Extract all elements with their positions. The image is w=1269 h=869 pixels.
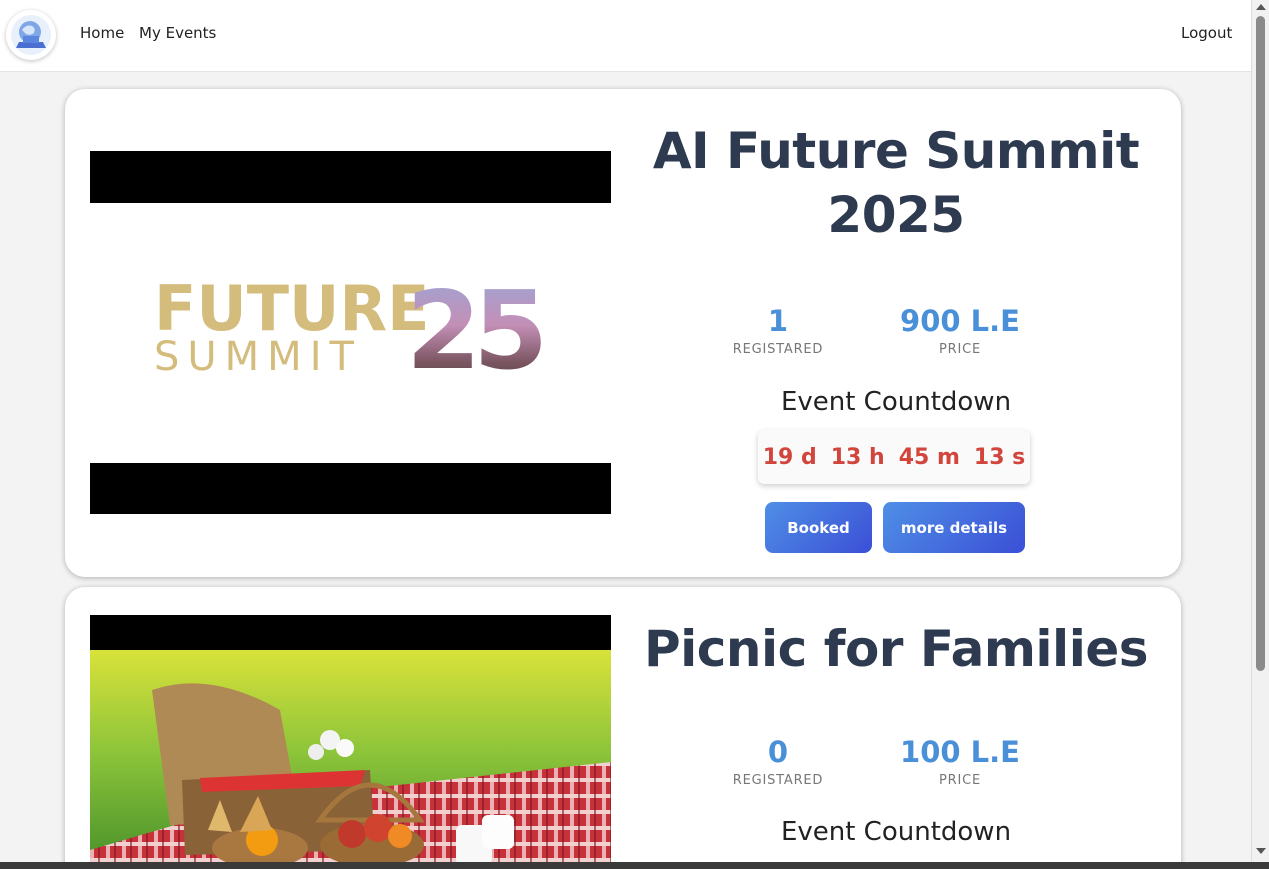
registered-stat: 0 REGISTARED <box>708 734 848 788</box>
registered-label: REGISTARED <box>732 773 824 788</box>
logo-summit-text: SUMMIT <box>154 334 362 380</box>
event-card: Picnic for Families 0 REGISTARED 100 L.E… <box>65 587 1181 862</box>
nav-home-link[interactable]: Home <box>80 24 124 42</box>
vertical-scrollbar[interactable] <box>1251 0 1269 862</box>
registered-label: REGISTARED <box>732 342 824 357</box>
events-list: FUTURE SUMMIT 25 AI Future Summit 2025 1… <box>0 72 1251 862</box>
countdown-hours: 13 h <box>830 444 885 470</box>
price-label: PRICE <box>939 773 981 788</box>
countdown-days: 19 d <box>762 444 817 470</box>
globe-laptop-icon <box>11 15 51 55</box>
booked-button[interactable]: Booked <box>765 502 872 553</box>
price-stat: 900 L.E PRICE <box>890 303 1030 357</box>
event-image <box>90 615 611 862</box>
scroll-thumb[interactable] <box>1256 16 1265 671</box>
picnic-photo <box>90 650 611 862</box>
registered-count: 1 <box>767 304 789 338</box>
event-title: Picnic for Families <box>643 620 1149 678</box>
event-card: FUTURE SUMMIT 25 AI Future Summit 2025 1… <box>65 89 1181 577</box>
scroll-up-arrow-icon[interactable] <box>1256 4 1266 10</box>
event-title: AI Future Summit 2025 <box>652 122 1140 244</box>
countdown-title: Event Countdown <box>780 387 1012 417</box>
event-image: FUTURE SUMMIT 25 <box>90 151 611 514</box>
countdown-seconds: 13 s <box>973 444 1026 470</box>
registered-stat: 1 REGISTARED <box>708 303 848 357</box>
price-value: 900 L.E <box>900 304 1020 338</box>
future-summit-logo: FUTURE SUMMIT 25 <box>154 269 549 394</box>
navbar: Home My Events Logout <box>0 0 1251 72</box>
more-details-button[interactable]: more details <box>883 502 1025 553</box>
countdown-timer: 19 d 13 h 45 m 13 s <box>758 430 1030 484</box>
price-stat: 100 L.E PRICE <box>890 734 1030 788</box>
price-label: PRICE <box>939 342 981 357</box>
nav-logout-link[interactable]: Logout <box>1181 24 1232 42</box>
price-value: 100 L.E <box>900 735 1020 769</box>
countdown-title: Event Countdown <box>780 817 1012 847</box>
scroll-down-arrow-icon[interactable] <box>1256 848 1266 854</box>
registered-count: 0 <box>767 735 789 769</box>
countdown-minutes: 45 m <box>898 444 960 470</box>
logo-25-text: 25 <box>406 269 541 394</box>
logo[interactable] <box>6 10 56 60</box>
nav-my-events-link[interactable]: My Events <box>139 24 216 42</box>
window-bottom-edge <box>0 862 1269 869</box>
